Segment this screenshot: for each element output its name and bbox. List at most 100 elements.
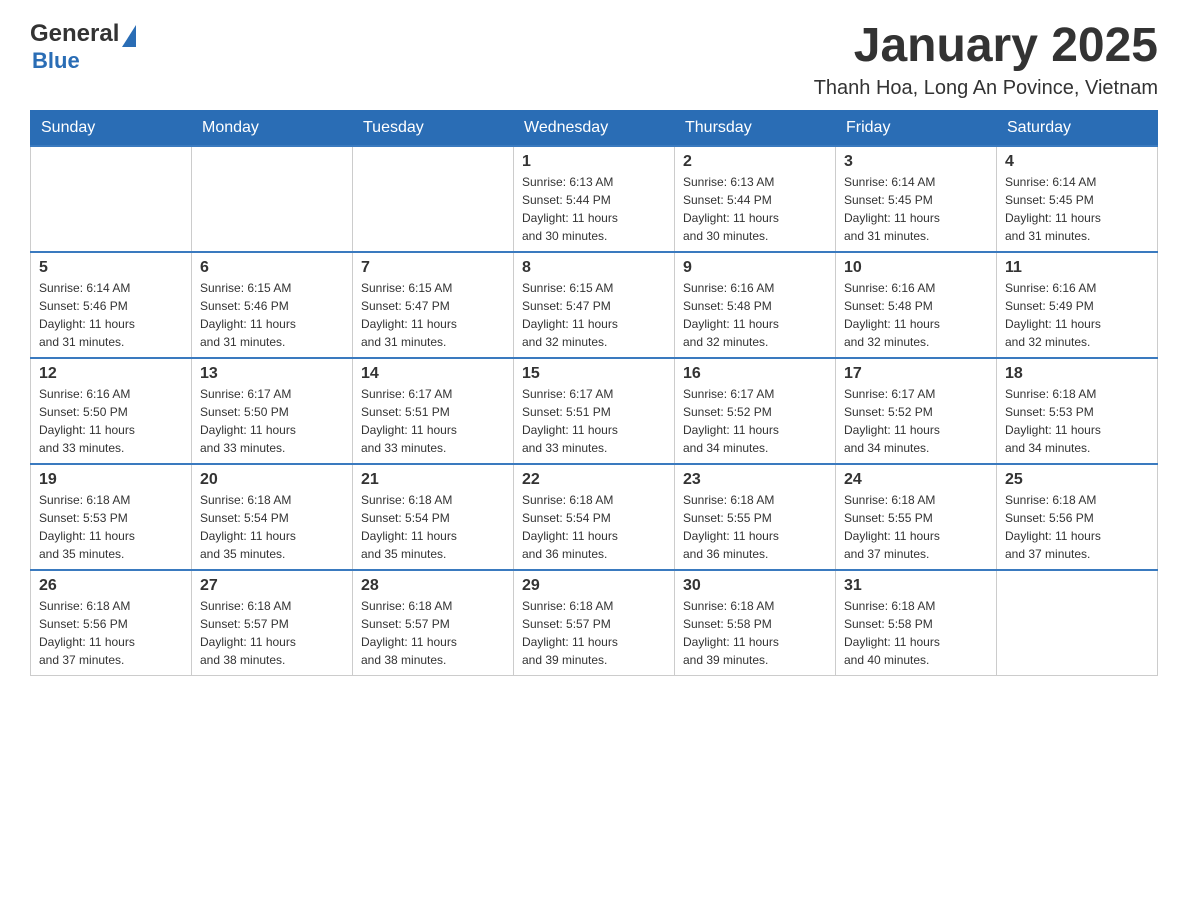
day-number: 15 (522, 365, 666, 383)
day-number: 26 (39, 577, 183, 595)
day-number: 27 (200, 577, 344, 595)
calendar-cell: 28 Sunrise: 6:18 AMSunset: 5:57 PMDayligh… (353, 570, 514, 676)
calendar-header-saturday: Saturday (997, 110, 1158, 146)
day-info: Sunrise: 6:18 AMSunset: 5:54 PMDaylight:… (522, 491, 666, 563)
logo-triangle-icon (122, 25, 136, 47)
day-number: 25 (1005, 471, 1149, 489)
calendar-cell: 25 Sunrise: 6:18 AMSunset: 5:56 PMDayligh… (997, 464, 1158, 570)
calendar-cell: 31 Sunrise: 6:18 AMSunset: 5:58 PMDayligh… (836, 570, 997, 676)
calendar-cell: 12 Sunrise: 6:16 AMSunset: 5:50 PMDayligh… (31, 358, 192, 464)
day-info: Sunrise: 6:18 AMSunset: 5:57 PMDaylight:… (522, 597, 666, 669)
calendar-cell: 17 Sunrise: 6:17 AMSunset: 5:52 PMDayligh… (836, 358, 997, 464)
day-number: 11 (1005, 259, 1149, 277)
day-number: 7 (361, 259, 505, 277)
calendar-cell: 23 Sunrise: 6:18 AMSunset: 5:55 PMDayligh… (675, 464, 836, 570)
calendar-cell: 27 Sunrise: 6:18 AMSunset: 5:57 PMDayligh… (192, 570, 353, 676)
day-info: Sunrise: 6:16 AMSunset: 5:48 PMDaylight:… (683, 279, 827, 351)
day-number: 5 (39, 259, 183, 277)
calendar-cell (31, 146, 192, 252)
day-info: Sunrise: 6:17 AMSunset: 5:50 PMDaylight:… (200, 385, 344, 457)
day-info: Sunrise: 6:14 AMSunset: 5:45 PMDaylight:… (1005, 173, 1149, 245)
day-info: Sunrise: 6:16 AMSunset: 5:50 PMDaylight:… (39, 385, 183, 457)
day-info: Sunrise: 6:18 AMSunset: 5:54 PMDaylight:… (200, 491, 344, 563)
day-info: Sunrise: 6:18 AMSunset: 5:55 PMDaylight:… (683, 491, 827, 563)
calendar-header-tuesday: Tuesday (353, 110, 514, 146)
calendar-cell: 14 Sunrise: 6:17 AMSunset: 5:51 PMDayligh… (353, 358, 514, 464)
day-number: 12 (39, 365, 183, 383)
calendar-cell: 6 Sunrise: 6:15 AMSunset: 5:46 PMDaylight… (192, 252, 353, 358)
calendar-cell: 7Sunrise: 6:15 AMSunset: 5:47 PMDaylight… (353, 252, 514, 358)
page-header: General Blue January 2025 Thanh Hoa, Lon… (30, 20, 1158, 100)
calendar-header-wednesday: Wednesday (514, 110, 675, 146)
calendar-cell: 3 Sunrise: 6:14 AMSunset: 5:45 PMDaylight… (836, 146, 997, 252)
calendar-cell (192, 146, 353, 252)
calendar-cell: 9Sunrise: 6:16 AMSunset: 5:48 PMDaylight… (675, 252, 836, 358)
week-row-2: 5Sunrise: 6:14 AMSunset: 5:46 PMDaylight… (31, 252, 1158, 358)
day-number: 13 (200, 365, 344, 383)
day-info: Sunrise: 6:18 AMSunset: 5:58 PMDaylight:… (844, 597, 988, 669)
day-number: 6 (200, 259, 344, 277)
day-number: 17 (844, 365, 988, 383)
logo-general-text: General (30, 20, 119, 48)
day-number: 14 (361, 365, 505, 383)
location-subtitle: Thanh Hoa, Long An Povince, Vietnam (814, 77, 1158, 100)
calendar-cell: 19 Sunrise: 6:18 AMSunset: 5:53 PMDayligh… (31, 464, 192, 570)
day-number: 10 (844, 259, 988, 277)
logo: General Blue (30, 20, 136, 74)
day-number: 3 (844, 153, 988, 171)
day-info: Sunrise: 6:15 AMSunset: 5:46 PMDaylight:… (200, 279, 344, 351)
calendar-cell: 24Sunrise: 6:18 AMSunset: 5:55 PMDayligh… (836, 464, 997, 570)
day-number: 16 (683, 365, 827, 383)
week-row-5: 26 Sunrise: 6:18 AMSunset: 5:56 PMDayligh… (31, 570, 1158, 676)
day-number: 20 (200, 471, 344, 489)
week-row-4: 19 Sunrise: 6:18 AMSunset: 5:53 PMDayligh… (31, 464, 1158, 570)
calendar-cell: 18Sunrise: 6:18 AMSunset: 5:53 PMDayligh… (997, 358, 1158, 464)
day-info: Sunrise: 6:18 AMSunset: 5:56 PMDaylight:… (1005, 491, 1149, 563)
calendar-header-row: SundayMondayTuesdayWednesdayThursdayFrid… (31, 110, 1158, 146)
day-info: Sunrise: 6:18 AMSunset: 5:57 PMDaylight:… (361, 597, 505, 669)
day-info: Sunrise: 6:18 AMSunset: 5:55 PMDaylight:… (844, 491, 988, 563)
calendar-cell: 22Sunrise: 6:18 AMSunset: 5:54 PMDayligh… (514, 464, 675, 570)
title-section: January 2025 Thanh Hoa, Long An Povince,… (814, 20, 1158, 100)
day-info: Sunrise: 6:18 AMSunset: 5:58 PMDaylight:… (683, 597, 827, 669)
day-info: Sunrise: 6:15 AMSunset: 5:47 PMDaylight:… (522, 279, 666, 351)
day-info: Sunrise: 6:18 AMSunset: 5:57 PMDaylight:… (200, 597, 344, 669)
calendar-header-friday: Friday (836, 110, 997, 146)
calendar-cell: 20 Sunrise: 6:18 AMSunset: 5:54 PMDayligh… (192, 464, 353, 570)
day-number: 8 (522, 259, 666, 277)
day-info: Sunrise: 6:13 AMSunset: 5:44 PMDaylight:… (683, 173, 827, 245)
day-info: Sunrise: 6:17 AMSunset: 5:51 PMDaylight:… (361, 385, 505, 457)
calendar-cell (997, 570, 1158, 676)
calendar-cell: 15 Sunrise: 6:17 AMSunset: 5:51 PMDayligh… (514, 358, 675, 464)
week-row-1: 1 Sunrise: 6:13 AMSunset: 5:44 PMDaylight… (31, 146, 1158, 252)
day-number: 19 (39, 471, 183, 489)
calendar-cell: 1Sunrise: 6:13 AMSunset: 5:44 PMDaylight… (514, 146, 675, 252)
month-title: January 2025 (814, 20, 1158, 73)
day-info: Sunrise: 6:18 AMSunset: 5:53 PMDaylight:… (39, 491, 183, 563)
day-info: Sunrise: 6:16 AMSunset: 5:48 PMDaylight:… (844, 279, 988, 351)
calendar-cell: 10 Sunrise: 6:16 AMSunset: 5:48 PMDayligh… (836, 252, 997, 358)
day-number: 4 (1005, 153, 1149, 171)
calendar-table: SundayMondayTuesdayWednesdayThursdayFrid… (30, 110, 1158, 676)
day-info: Sunrise: 6:17 AMSunset: 5:52 PMDaylight:… (844, 385, 988, 457)
calendar-cell: 11Sunrise: 6:16 AMSunset: 5:49 PMDayligh… (997, 252, 1158, 358)
day-info: Sunrise: 6:14 AMSunset: 5:45 PMDaylight:… (844, 173, 988, 245)
day-number: 21 (361, 471, 505, 489)
calendar-cell: 30Sunrise: 6:18 AMSunset: 5:58 PMDayligh… (675, 570, 836, 676)
calendar-cell: 2Sunrise: 6:13 AMSunset: 5:44 PMDaylight… (675, 146, 836, 252)
day-info: Sunrise: 6:18 AMSunset: 5:54 PMDaylight:… (361, 491, 505, 563)
calendar-header-sunday: Sunday (31, 110, 192, 146)
day-number: 28 (361, 577, 505, 595)
week-row-3: 12 Sunrise: 6:16 AMSunset: 5:50 PMDayligh… (31, 358, 1158, 464)
day-number: 1 (522, 153, 666, 171)
calendar-cell (353, 146, 514, 252)
day-info: Sunrise: 6:17 AMSunset: 5:51 PMDaylight:… (522, 385, 666, 457)
calendar-cell: 26 Sunrise: 6:18 AMSunset: 5:56 PMDayligh… (31, 570, 192, 676)
calendar-cell: 13 Sunrise: 6:17 AMSunset: 5:50 PMDayligh… (192, 358, 353, 464)
day-number: 31 (844, 577, 988, 595)
logo-blue-text: Blue (30, 48, 80, 73)
day-number: 29 (522, 577, 666, 595)
day-info: Sunrise: 6:18 AMSunset: 5:56 PMDaylight:… (39, 597, 183, 669)
calendar-cell: 8 Sunrise: 6:15 AMSunset: 5:47 PMDaylight… (514, 252, 675, 358)
day-number: 23 (683, 471, 827, 489)
